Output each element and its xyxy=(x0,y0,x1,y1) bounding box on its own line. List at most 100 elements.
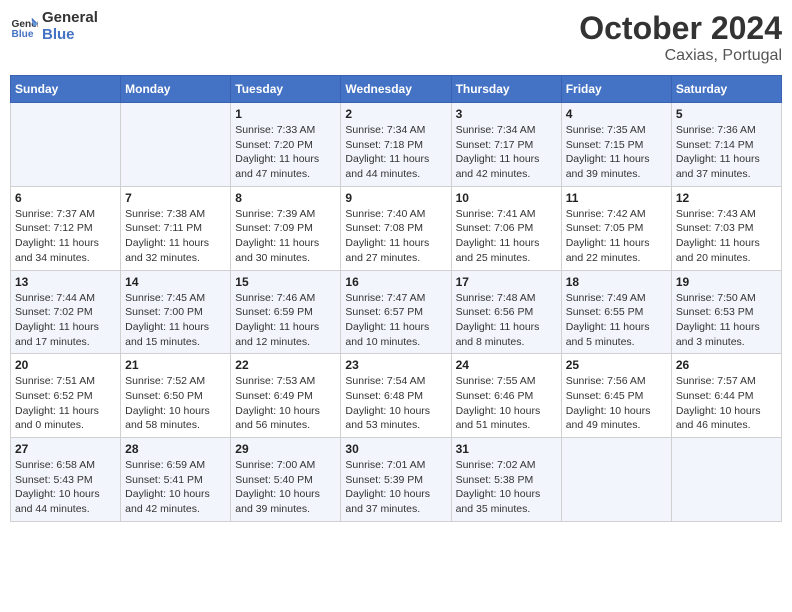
day-info: Sunrise: 7:51 AMSunset: 6:52 PMDaylight:… xyxy=(15,374,116,433)
day-number: 3 xyxy=(456,107,557,121)
day-info: Sunrise: 7:34 AMSunset: 7:17 PMDaylight:… xyxy=(456,123,557,182)
day-info: Sunrise: 7:01 AMSunset: 5:39 PMDaylight:… xyxy=(345,458,446,517)
calendar-cell: 10 Sunrise: 7:41 AMSunset: 7:06 PMDayligh… xyxy=(451,186,561,270)
day-info: Sunrise: 7:53 AMSunset: 6:49 PMDaylight:… xyxy=(235,374,336,433)
weekday-header-tuesday: Tuesday xyxy=(231,76,341,103)
weekday-header-friday: Friday xyxy=(561,76,671,103)
calendar-cell: 29 Sunrise: 7:00 AMSunset: 5:40 PMDayligh… xyxy=(231,438,341,522)
day-number: 9 xyxy=(345,191,446,205)
day-number: 15 xyxy=(235,275,336,289)
day-info: Sunrise: 7:40 AMSunset: 7:08 PMDaylight:… xyxy=(345,207,446,266)
weekday-header-wednesday: Wednesday xyxy=(341,76,451,103)
day-info: Sunrise: 7:39 AMSunset: 7:09 PMDaylight:… xyxy=(235,207,336,266)
calendar-cell: 13 Sunrise: 7:44 AMSunset: 7:02 PMDayligh… xyxy=(11,270,121,354)
day-info: Sunrise: 7:45 AMSunset: 7:00 PMDaylight:… xyxy=(125,291,226,350)
day-number: 10 xyxy=(456,191,557,205)
day-number: 16 xyxy=(345,275,446,289)
calendar-cell: 15 Sunrise: 7:46 AMSunset: 6:59 PMDayligh… xyxy=(231,270,341,354)
calendar-cell: 19 Sunrise: 7:50 AMSunset: 6:53 PMDayligh… xyxy=(671,270,781,354)
day-number: 21 xyxy=(125,358,226,372)
calendar-cell: 9 Sunrise: 7:40 AMSunset: 7:08 PMDaylight… xyxy=(341,186,451,270)
day-number: 1 xyxy=(235,107,336,121)
day-number: 29 xyxy=(235,442,336,456)
calendar-cell: 12 Sunrise: 7:43 AMSunset: 7:03 PMDayligh… xyxy=(671,186,781,270)
calendar-cell: 2Sunrise: 7:34 AMSunset: 7:18 PMDaylight… xyxy=(341,103,451,187)
calendar-cell: 1 Sunrise: 7:33 AMSunset: 7:20 PMDaylight… xyxy=(231,103,341,187)
location: Caxias, Portugal xyxy=(579,47,782,65)
day-number: 7 xyxy=(125,191,226,205)
calendar-cell: 8Sunrise: 7:39 AMSunset: 7:09 PMDaylight… xyxy=(231,186,341,270)
calendar-cell: 27 Sunrise: 6:58 AMSunset: 5:43 PMDayligh… xyxy=(11,438,121,522)
day-number: 24 xyxy=(456,358,557,372)
logo-icon: General Blue xyxy=(10,13,38,41)
day-info: Sunrise: 7:55 AMSunset: 6:46 PMDaylight:… xyxy=(456,374,557,433)
calendar-cell: 3 Sunrise: 7:34 AMSunset: 7:17 PMDaylight… xyxy=(451,103,561,187)
calendar-cell xyxy=(671,438,781,522)
calendar-cell xyxy=(561,438,671,522)
calendar-cell: 21 Sunrise: 7:52 AMSunset: 6:50 PMDayligh… xyxy=(121,354,231,438)
calendar-cell: 31Sunrise: 7:02 AMSunset: 5:38 PMDayligh… xyxy=(451,438,561,522)
day-info: Sunrise: 7:43 AMSunset: 7:03 PMDaylight:… xyxy=(676,207,777,266)
day-info: Sunrise: 7:56 AMSunset: 6:45 PMDaylight:… xyxy=(566,374,667,433)
day-number: 19 xyxy=(676,275,777,289)
day-number: 5 xyxy=(676,107,777,121)
weekday-header-sunday: Sunday xyxy=(11,76,121,103)
day-info: Sunrise: 7:34 AMSunset: 7:18 PMDaylight:… xyxy=(345,123,446,182)
day-info: Sunrise: 7:00 AMSunset: 5:40 PMDaylight:… xyxy=(235,458,336,517)
title-block: October 2024 Caxias, Portugal xyxy=(579,10,782,65)
calendar-cell: 30 Sunrise: 7:01 AMSunset: 5:39 PMDayligh… xyxy=(341,438,451,522)
calendar-cell: 7Sunrise: 7:38 AMSunset: 7:11 PMDaylight… xyxy=(121,186,231,270)
logo: General Blue General Blue xyxy=(10,10,98,43)
day-info: Sunrise: 7:33 AMSunset: 7:20 PMDaylight:… xyxy=(235,123,336,182)
day-info: Sunrise: 6:58 AMSunset: 5:43 PMDaylight:… xyxy=(15,458,116,517)
day-number: 27 xyxy=(15,442,116,456)
calendar-cell xyxy=(121,103,231,187)
calendar-cell: 20 Sunrise: 7:51 AMSunset: 6:52 PMDayligh… xyxy=(11,354,121,438)
day-info: Sunrise: 7:41 AMSunset: 7:06 PMDaylight:… xyxy=(456,207,557,266)
day-info: Sunrise: 7:37 AMSunset: 7:12 PMDaylight:… xyxy=(15,207,116,266)
calendar-cell: 14 Sunrise: 7:45 AMSunset: 7:00 PMDayligh… xyxy=(121,270,231,354)
calendar-cell xyxy=(11,103,121,187)
calendar-cell: 24 Sunrise: 7:55 AMSunset: 6:46 PMDayligh… xyxy=(451,354,561,438)
day-info: Sunrise: 7:35 AMSunset: 7:15 PMDaylight:… xyxy=(566,123,667,182)
day-number: 28 xyxy=(125,442,226,456)
calendar-cell: 6 Sunrise: 7:37 AMSunset: 7:12 PMDaylight… xyxy=(11,186,121,270)
weekday-header-thursday: Thursday xyxy=(451,76,561,103)
day-number: 13 xyxy=(15,275,116,289)
day-info: Sunrise: 7:57 AMSunset: 6:44 PMDaylight:… xyxy=(676,374,777,433)
logo-blue: Blue xyxy=(42,26,75,43)
day-number: 14 xyxy=(125,275,226,289)
calendar-cell: 22 Sunrise: 7:53 AMSunset: 6:49 PMDayligh… xyxy=(231,354,341,438)
day-info: Sunrise: 7:46 AMSunset: 6:59 PMDaylight:… xyxy=(235,291,336,350)
day-info: Sunrise: 7:52 AMSunset: 6:50 PMDaylight:… xyxy=(125,374,226,433)
day-number: 26 xyxy=(676,358,777,372)
calendar-cell: 18Sunrise: 7:49 AMSunset: 6:55 PMDayligh… xyxy=(561,270,671,354)
day-number: 23 xyxy=(345,358,446,372)
calendar-cell: 4 Sunrise: 7:35 AMSunset: 7:15 PMDaylight… xyxy=(561,103,671,187)
day-info: Sunrise: 7:44 AMSunset: 7:02 PMDaylight:… xyxy=(15,291,116,350)
day-info: Sunrise: 7:02 AMSunset: 5:38 PMDaylight:… xyxy=(456,458,557,517)
day-number: 18 xyxy=(566,275,667,289)
day-number: 25 xyxy=(566,358,667,372)
day-number: 12 xyxy=(676,191,777,205)
day-info: Sunrise: 7:42 AMSunset: 7:05 PMDaylight:… xyxy=(566,207,667,266)
day-number: 30 xyxy=(345,442,446,456)
calendar-cell: 5 Sunrise: 7:36 AMSunset: 7:14 PMDaylight… xyxy=(671,103,781,187)
day-info: Sunrise: 6:59 AMSunset: 5:41 PMDaylight:… xyxy=(125,458,226,517)
svg-text:Blue: Blue xyxy=(12,29,34,40)
day-info: Sunrise: 7:54 AMSunset: 6:48 PMDaylight:… xyxy=(345,374,446,433)
calendar-cell: 11Sunrise: 7:42 AMSunset: 7:05 PMDayligh… xyxy=(561,186,671,270)
day-number: 6 xyxy=(15,191,116,205)
day-number: 20 xyxy=(15,358,116,372)
day-number: 17 xyxy=(456,275,557,289)
day-info: Sunrise: 7:36 AMSunset: 7:14 PMDaylight:… xyxy=(676,123,777,182)
day-info: Sunrise: 7:50 AMSunset: 6:53 PMDaylight:… xyxy=(676,291,777,350)
day-info: Sunrise: 7:48 AMSunset: 6:56 PMDaylight:… xyxy=(456,291,557,350)
month-title: October 2024 xyxy=(579,10,782,47)
day-number: 4 xyxy=(566,107,667,121)
day-number: 22 xyxy=(235,358,336,372)
weekday-header-saturday: Saturday xyxy=(671,76,781,103)
weekday-header-monday: Monday xyxy=(121,76,231,103)
calendar-cell: 28 Sunrise: 6:59 AMSunset: 5:41 PMDayligh… xyxy=(121,438,231,522)
calendar-cell: 26 Sunrise: 7:57 AMSunset: 6:44 PMDayligh… xyxy=(671,354,781,438)
